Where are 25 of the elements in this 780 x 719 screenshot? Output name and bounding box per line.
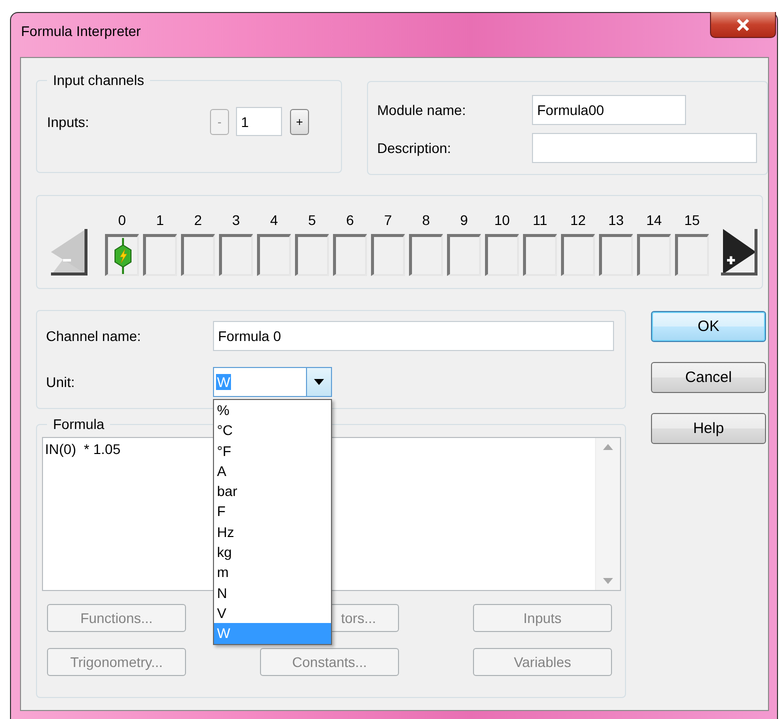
window-title: Formula Interpreter: [21, 23, 141, 39]
channel-number: 8: [422, 212, 430, 230]
channel-number: 7: [384, 212, 392, 230]
module-name-label: Module name:: [377, 102, 467, 118]
channel-number: 0: [118, 212, 126, 230]
formula-text: IN(0) * 1.05: [44, 440, 122, 459]
channel-name-label: Channel name:: [46, 328, 142, 344]
channel-number: 15: [684, 212, 700, 230]
group-title: Input channels: [52, 72, 146, 88]
channel-number: 1: [156, 212, 164, 230]
channel-number: 4: [270, 212, 278, 230]
channel-number: 12: [570, 212, 586, 230]
channel-number: 13: [608, 212, 624, 230]
inputs-label: Inputs:: [47, 114, 90, 130]
channel-number: 9: [460, 212, 468, 230]
channel-number: 3: [232, 212, 240, 230]
unit-label: Unit:: [46, 374, 76, 390]
channel-number: 10: [494, 212, 510, 230]
group-title: Formula: [52, 416, 106, 432]
description-label: Description:: [377, 140, 452, 156]
channel-number: 14: [646, 212, 662, 230]
channel-number: 2: [194, 212, 202, 230]
channel-number: 11: [532, 212, 548, 230]
channel-number: 6: [346, 212, 354, 230]
channel-number: 5: [308, 212, 316, 230]
